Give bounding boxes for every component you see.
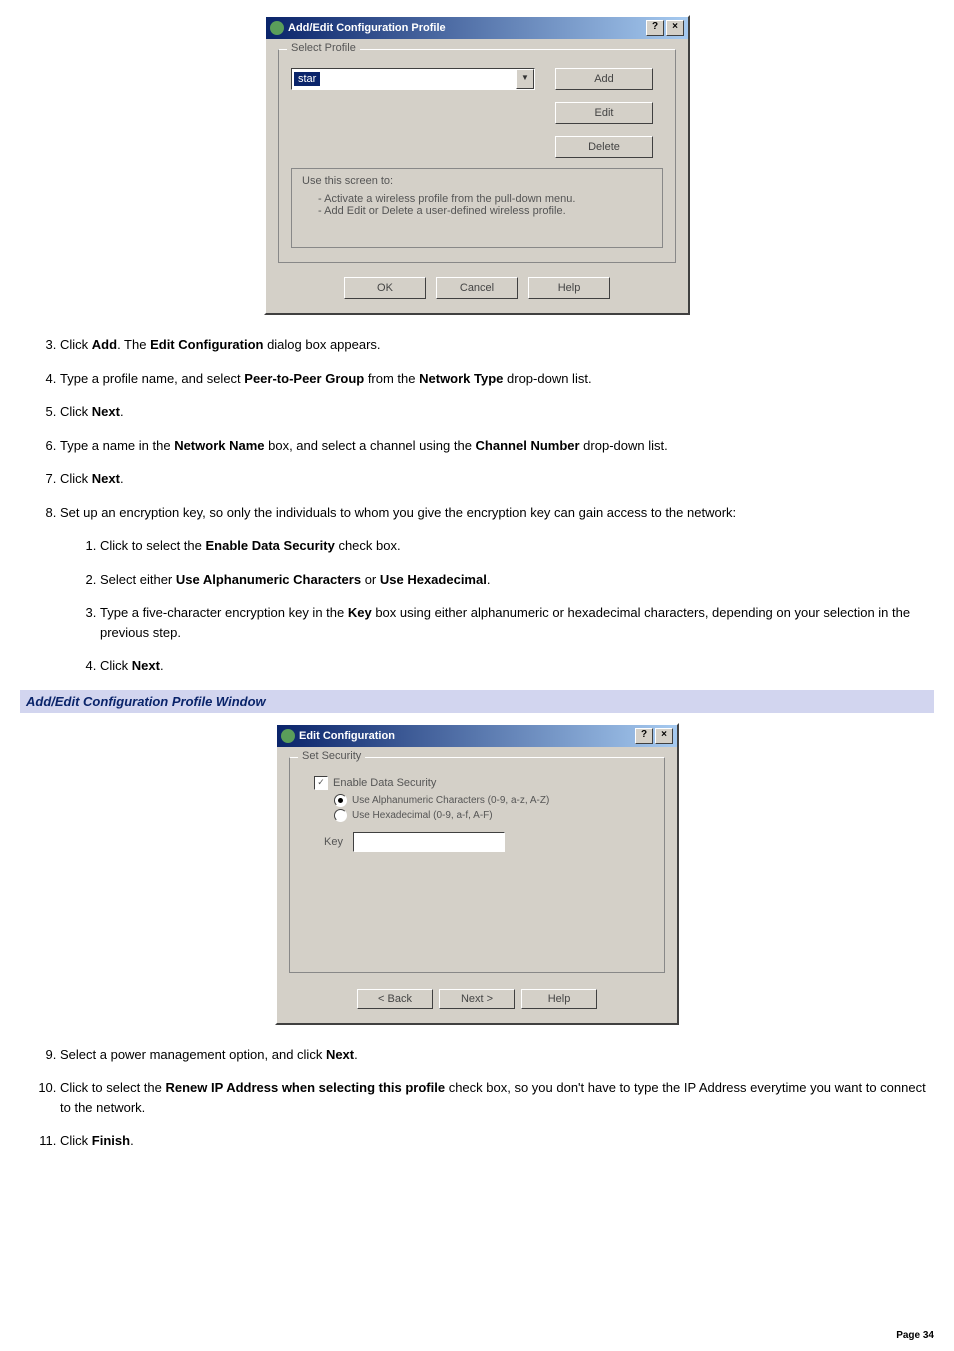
step-8: Set up an encryption key, so only the in…	[60, 503, 934, 676]
help-icon[interactable]: ?	[646, 20, 664, 36]
dialog-title: Edit Configuration	[299, 730, 395, 742]
step-3: Click Add. The Edit Configuration dialog…	[60, 335, 934, 355]
help-icon[interactable]: ?	[635, 728, 653, 744]
step-4: Type a profile name, and select Peer-to-…	[60, 369, 934, 389]
info-heading: Use this screen to:	[302, 175, 652, 187]
info-line2: - Add Edit or Delete a user-defined wire…	[302, 205, 652, 217]
info-box: Use this screen to: - Activate a wireles…	[291, 168, 663, 248]
app-icon	[270, 21, 284, 35]
help-button[interactable]: Help	[528, 277, 610, 299]
chevron-down-icon[interactable]: ▼	[516, 69, 534, 89]
edit-configuration-dialog: Edit Configuration ? × Set Security ✓ En…	[275, 723, 679, 1025]
set-security-legend: Set Security	[298, 750, 365, 762]
ok-button[interactable]: OK	[344, 277, 426, 299]
profile-selected-value: star	[294, 72, 320, 86]
step-8-1: Click to select the Enable Data Security…	[100, 536, 934, 556]
select-profile-legend: Select Profile	[287, 42, 360, 54]
select-profile-fieldset: Select Profile star ▼ Add Edit Delete Us…	[278, 49, 676, 263]
step-9: Select a power management option, and cl…	[60, 1045, 934, 1065]
close-icon[interactable]: ×	[655, 728, 673, 744]
next-button[interactable]: Next >	[439, 989, 515, 1009]
key-label: Key	[324, 836, 343, 848]
page-number: Page 34	[896, 1330, 934, 1341]
back-button[interactable]: < Back	[357, 989, 433, 1009]
set-security-fieldset: Set Security ✓ Enable Data Security Use …	[289, 757, 665, 973]
sub-list: Click to select the Enable Data Security…	[60, 536, 934, 676]
enable-security-checkbox[interactable]: ✓	[314, 776, 328, 790]
app-icon	[281, 729, 295, 743]
step-6: Type a name in the Network Name box, and…	[60, 436, 934, 456]
titlebar: Edit Configuration ? ×	[277, 725, 677, 747]
cancel-button[interactable]: Cancel	[436, 277, 518, 299]
step-10: Click to select the Renew IP Address whe…	[60, 1078, 934, 1117]
instruction-list: Click Add. The Edit Configuration dialog…	[20, 335, 934, 676]
close-icon[interactable]: ×	[666, 20, 684, 36]
step-5: Click Next.	[60, 402, 934, 422]
enable-security-label: Enable Data Security	[333, 777, 436, 789]
use-alphanumeric-radio[interactable]	[334, 794, 347, 807]
add-button[interactable]: Add	[555, 68, 653, 90]
instruction-list-continued: Select a power management option, and cl…	[20, 1045, 934, 1151]
step-7: Click Next.	[60, 469, 934, 489]
section-header: Add/Edit Configuration Profile Window	[20, 690, 934, 713]
titlebar: Add/Edit Configuration Profile ? ×	[266, 17, 688, 39]
dialog-title: Add/Edit Configuration Profile	[288, 22, 446, 34]
profile-select[interactable]: star ▼	[291, 68, 535, 90]
step-8-3: Type a five-character encryption key in …	[100, 603, 934, 642]
info-line1: - Activate a wireless profile from the p…	[302, 193, 652, 205]
edit-button[interactable]: Edit	[555, 102, 653, 124]
key-input[interactable]	[353, 832, 505, 852]
use-hexadecimal-radio[interactable]	[334, 809, 347, 822]
step-11: Click Finish.	[60, 1131, 934, 1151]
use-alphanumeric-label: Use Alphanumeric Characters (0-9, a-z, A…	[352, 795, 549, 806]
add-edit-profile-dialog: Add/Edit Configuration Profile ? × Selec…	[264, 15, 690, 315]
use-hexadecimal-label: Use Hexadecimal (0-9, a-f, A-F)	[352, 810, 493, 821]
step-8-2: Select either Use Alphanumeric Character…	[100, 570, 934, 590]
help-button[interactable]: Help	[521, 989, 597, 1009]
delete-button[interactable]: Delete	[555, 136, 653, 158]
step-8-4: Click Next.	[100, 656, 934, 676]
